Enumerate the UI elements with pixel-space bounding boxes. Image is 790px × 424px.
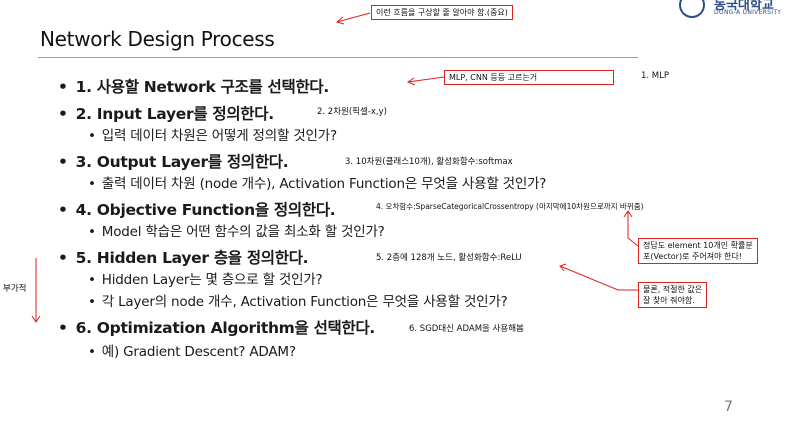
arrow-important (336, 12, 371, 23)
sub-bullet-icon: • (88, 344, 96, 360)
step-4-sub-1: • Model 학습은 어떤 함수의 값을 최소화 할 것인가? (88, 220, 385, 240)
annotation-relu-line-1: 물론, 적절한 값은 (643, 285, 703, 294)
annotation-box-element: 정답도 element 10개인 확률분 포(Vector)로 주어져야 한다! (638, 238, 758, 264)
step-6-sub-1: • 예) Gradient Descent? ADAM? (88, 340, 296, 360)
annotation-side-label: 부가적 (3, 284, 27, 294)
step-6-note: 6. SGD대신 ADAM을 사용해봄 (409, 324, 524, 334)
step-6-sub-1-text: 예) Gradient Descent? ADAM? (101, 344, 296, 360)
step-4-note: 4. 오차함수:SparseCategoricalCrossentropy (마… (376, 202, 644, 211)
arrow-element (627, 211, 639, 247)
step-2-text: 2. Input Layer를 정의한다. (75, 105, 275, 123)
annotation-box-mlp: MLP, CNN 등등 고르는거 (444, 70, 614, 85)
bullet-icon: • (58, 249, 68, 267)
bullet-icon: • (58, 201, 68, 219)
annotation-element-line-1: 정답도 element 10개인 확률분 (643, 241, 753, 250)
step-2-note: 2. 2차원(픽셀-x,y) (317, 107, 387, 117)
sub-bullet-icon: • (88, 176, 96, 192)
step-5-text: 5. Hidden Layer 층을 정의한다. (75, 249, 309, 267)
university-name-en: DONG-A UNIVERSITY (714, 9, 782, 16)
step-3-text: 3. Output Layer를 정의한다. (75, 153, 289, 171)
sub-bullet-icon: • (88, 128, 96, 144)
step-1-text: 1. 사용할 Network 구조를 선택한다. (75, 78, 330, 96)
step-4-text: 4. Objective Function을 정의한다. (75, 201, 336, 219)
arrow-mlp-head (406, 77, 416, 86)
step-1: • 1. 사용할 Network 구조를 선택한다. (58, 75, 329, 97)
page-title: Network Design Process (40, 27, 275, 51)
bullet-icon: • (58, 105, 68, 123)
step-5-sub-2-text: 각 Layer의 node 개수, Activation Function은 무… (101, 294, 508, 310)
step-4-sub-1-text: Model 학습은 어떤 함수의 값을 최소화 할 것인가? (101, 224, 385, 240)
step-6: • 6. Optimization Algorithm을 선택한다. (58, 316, 375, 338)
arrow-important-head (335, 16, 345, 25)
sub-bullet-icon: • (88, 294, 96, 310)
step-4: • 4. Objective Function을 정의한다. (58, 198, 336, 220)
step-5-sub-1-text: Hidden Layer는 몇 층으로 할 것인가? (101, 272, 323, 288)
sub-bullet-icon: • (88, 224, 96, 240)
arrow-relu (559, 265, 638, 291)
step-3: • 3. Output Layer를 정의한다. (58, 150, 289, 172)
sub-bullet-icon: • (88, 272, 96, 288)
step-3-sub-1: • 출력 데이터 차원 (node 개수), Activation Functio… (88, 172, 546, 192)
bullet-icon: • (58, 153, 68, 171)
arrow-side-head (31, 315, 41, 323)
title-divider (38, 57, 638, 58)
page-number: 7 (724, 399, 733, 415)
step-5-sub-2: • 각 Layer의 node 개수, Activation Function은 … (88, 290, 508, 310)
step-2-sub-1: • 입력 데이터 차원은 어떻게 정의할 것인가? (88, 124, 337, 144)
step-5-sub-1: • Hidden Layer는 몇 층으로 할 것인가? (88, 268, 323, 288)
step-5-note: 5. 2층에 128개 노드, 활성화함수:ReLU (376, 253, 522, 263)
annotation-relu-line-2: 잘 찾아 줘야함. (643, 296, 695, 305)
annotation-box-relu: 물론, 적절한 값은 잘 찾아 줘야함. (638, 282, 708, 308)
annotation-mlp-note: 1. MLP (641, 71, 670, 81)
bullet-icon: • (58, 78, 68, 96)
annotation-element-line-2: 포(Vector)로 주어져야 한다! (643, 252, 742, 261)
annotation-box-important: 이런 흐름을 구상할 줄 알아야 함.(중요) (371, 5, 513, 20)
step-3-note: 3. 10차원(클래스10개), 활성화함수:softmax (345, 157, 513, 167)
step-2-sub-1-text: 입력 데이터 차원은 어떻게 정의할 것인가? (101, 128, 337, 144)
bullet-icon: • (58, 319, 68, 337)
arrow-relu-head (559, 263, 567, 272)
step-6-text: 6. Optimization Algorithm을 선택한다. (75, 319, 376, 337)
university-logo (679, 0, 705, 18)
step-2: • 2. Input Layer를 정의한다. (58, 102, 274, 124)
step-3-sub-1-text: 출력 데이터 차원 (node 개수), Activation Function… (101, 176, 547, 192)
step-5: • 5. Hidden Layer 층을 정의한다. (58, 246, 309, 268)
arrow-mlp (407, 76, 445, 83)
